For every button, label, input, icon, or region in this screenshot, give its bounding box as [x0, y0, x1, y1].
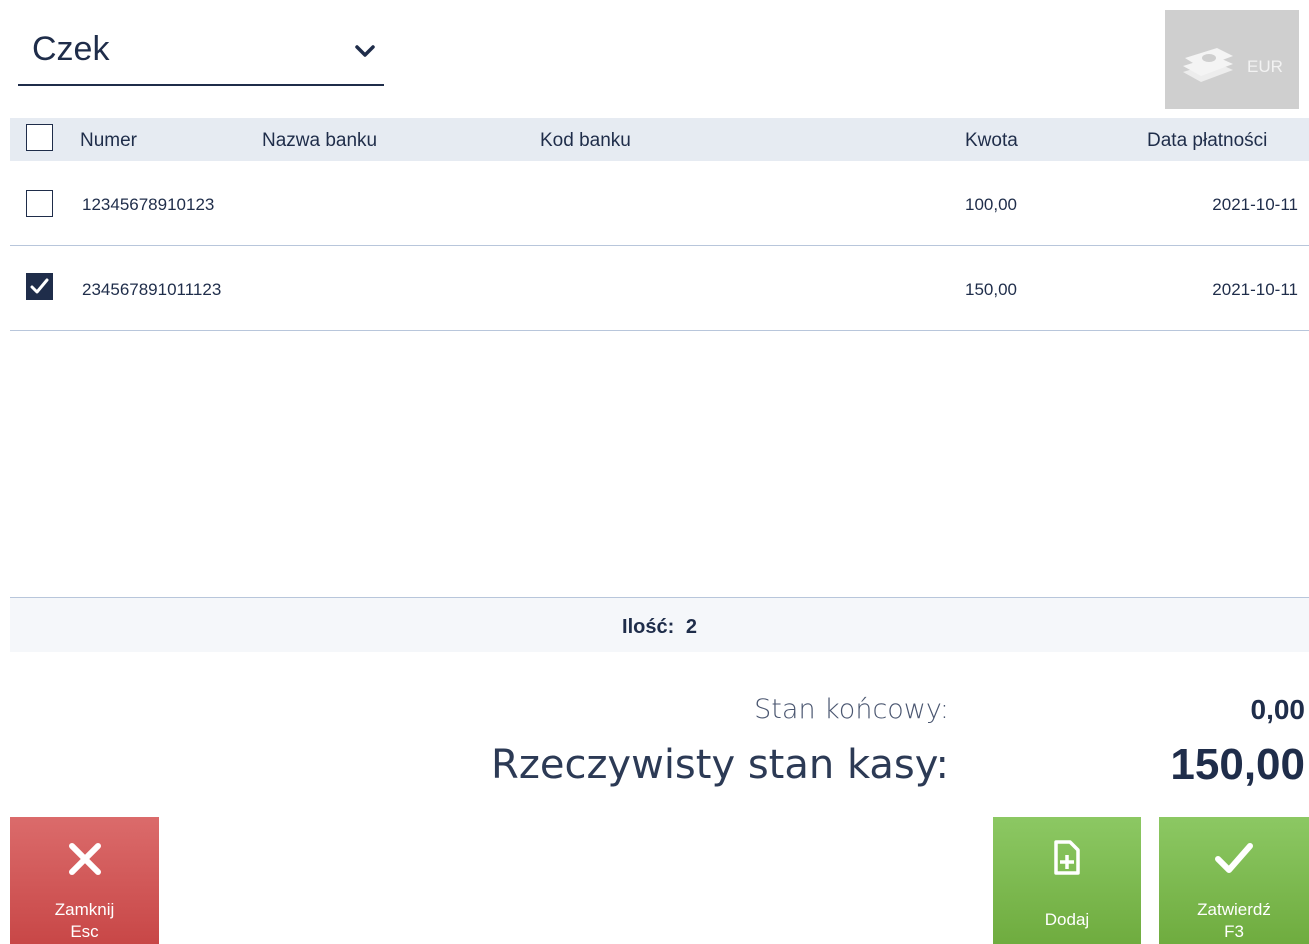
item-count-label: Ilość:	[622, 616, 675, 638]
confirm-button-shortcut: F3	[1224, 922, 1244, 941]
column-header-nazwa-banku[interactable]: Nazwa banku	[262, 130, 377, 152]
add-button[interactable]: Dodaj	[993, 817, 1141, 944]
stan-koncowy-value: 0,00	[1250, 694, 1306, 725]
payment-type-value: Czek	[32, 30, 110, 68]
row-checkbox[interactable]	[26, 190, 53, 217]
row-checkbox[interactable]	[26, 273, 53, 300]
table-row[interactable]: 12345678910123 100,00 2021-10-11	[10, 162, 1309, 246]
column-header-data-platnosci[interactable]: Data płatności	[1147, 130, 1267, 152]
cell-data-platnosci: 2021-10-11	[1212, 280, 1298, 299]
close-icon	[68, 843, 101, 875]
column-header-kwota[interactable]: Kwota	[965, 130, 1018, 152]
count-bar: Ilość: 2	[10, 598, 1309, 652]
table-header: Numer Nazwa banku Kod banku Kwota Data p…	[10, 118, 1309, 161]
cell-data-platnosci: 2021-10-11	[1212, 195, 1298, 214]
close-button[interactable]: Zamknij Esc	[10, 817, 159, 944]
item-count: Ilość: 2	[10, 616, 1309, 639]
payment-type-select[interactable]: Czek	[18, 18, 384, 86]
confirm-button-label: Zatwierdź	[1197, 900, 1271, 919]
confirm-button[interactable]: Zatwierdź F3	[1159, 817, 1309, 944]
cell-numer: 12345678910123	[82, 195, 215, 214]
close-button-label: Zamknij	[54, 900, 115, 919]
money-stack-icon	[1183, 48, 1233, 82]
currency-label: EUR	[1247, 57, 1283, 76]
cell-kwota: 100,00	[965, 195, 1017, 214]
cell-kwota: 150,00	[965, 280, 1017, 299]
currency-button[interactable]: EUR	[1165, 10, 1299, 109]
checkmark-icon	[1215, 843, 1253, 873]
add-button-label: Dodaj	[1044, 910, 1090, 929]
rzeczywisty-stan-kasy-label: Rzeczywisty stan kasy:	[491, 742, 949, 788]
add-document-icon	[1054, 840, 1080, 875]
close-button-shortcut: Esc	[70, 922, 99, 941]
item-count-value: 2	[685, 616, 697, 638]
select-all-checkbox[interactable]	[26, 124, 53, 151]
checkmark-icon	[30, 278, 49, 294]
rzeczywisty-stan-kasy-value: 150,00	[1170, 740, 1305, 789]
cell-numer: 234567891011123	[82, 280, 222, 299]
table-row[interactable]: 234567891011123 150,00 2021-10-11	[10, 247, 1309, 331]
column-header-numer[interactable]: Numer	[80, 130, 137, 152]
chevron-down-icon	[355, 45, 375, 57]
stan-koncowy-label: Stan końcowy:	[754, 694, 949, 725]
column-header-kod-banku[interactable]: Kod banku	[540, 130, 631, 152]
